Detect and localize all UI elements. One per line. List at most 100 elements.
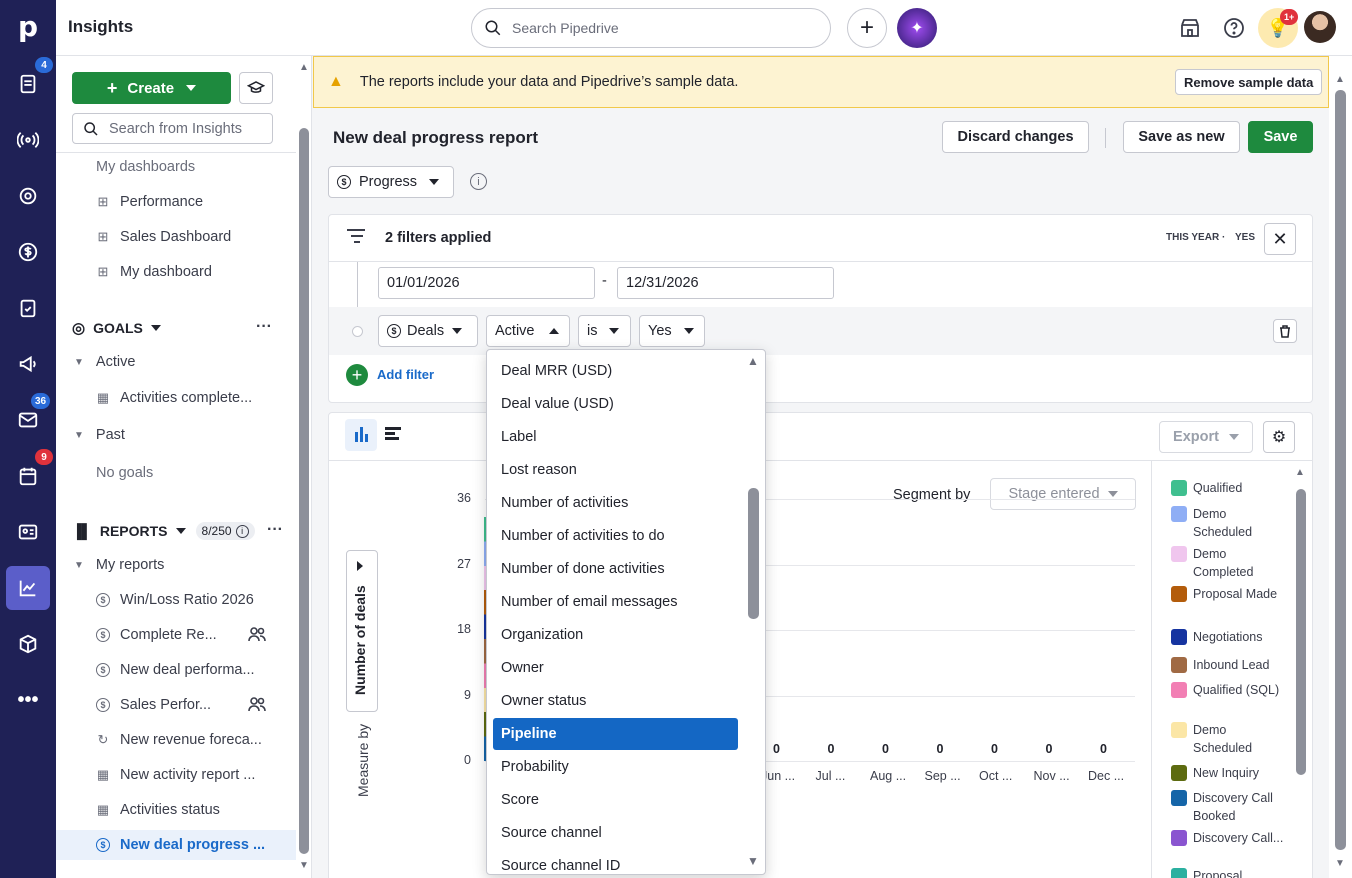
global-search-input[interactable]: Search Pipedrive xyxy=(471,8,831,48)
legend-scrollbar[interactable]: ▲ xyxy=(1292,463,1310,878)
help-icon[interactable] xyxy=(1222,16,1246,40)
user-avatar[interactable] xyxy=(1304,11,1336,43)
goals-more-icon[interactable]: ··· xyxy=(256,318,272,336)
save-as-new-button[interactable]: Save as new xyxy=(1123,121,1240,153)
dropdown-option[interactable]: Organization xyxy=(493,619,738,651)
date-to-input[interactable]: 12/31/2026 xyxy=(617,267,834,299)
filter-value-select[interactable]: Yes xyxy=(639,315,705,347)
mail-icon[interactable] xyxy=(14,406,42,434)
dropdown-option[interactable]: Lost reason xyxy=(493,454,738,486)
dashboard-item-my-dashboard[interactable]: ⊞ My dashboard xyxy=(96,257,212,287)
filter-lines-icon[interactable] xyxy=(347,229,367,243)
products-box-icon[interactable] xyxy=(14,630,42,658)
scroll-down-arrow-icon[interactable]: ▼ xyxy=(747,854,759,868)
filter-operator-select[interactable]: is xyxy=(578,315,631,347)
dropdown-option[interactable]: Number of activities xyxy=(493,487,738,519)
dashboard-item-performance[interactable]: ⊞ Performance xyxy=(96,187,203,217)
legend-item[interactable]: Proposal Made xyxy=(1171,585,1285,603)
legend-item[interactable]: Proposal... xyxy=(1171,867,1285,878)
save-button[interactable]: Save xyxy=(1248,121,1313,153)
add-filter-plus-icon[interactable]: + xyxy=(346,364,368,386)
goals-active-group[interactable]: ▼ Active xyxy=(74,347,135,377)
scrollbar-thumb[interactable] xyxy=(299,128,309,854)
scroll-down-arrow-icon[interactable]: ▼ xyxy=(299,860,309,871)
my-dashboards-partial[interactable]: My dashboards xyxy=(96,153,195,175)
scroll-up-arrow-icon[interactable]: ▲ xyxy=(747,354,759,368)
report-title[interactable]: New deal progress report xyxy=(333,128,538,148)
filter-entity-select[interactable]: $ Deals xyxy=(378,315,478,347)
goal-item[interactable]: ▦ Activities complete... xyxy=(96,383,252,413)
report-item[interactable]: $ Complete Re... xyxy=(56,620,296,650)
legend-item[interactable]: Demo Scheduled xyxy=(1171,505,1285,541)
dropdown-option[interactable]: Probability xyxy=(493,751,738,783)
scrollbar-thumb[interactable] xyxy=(1296,489,1306,775)
legend-item[interactable]: Qualified (SQL) xyxy=(1171,681,1285,699)
dropdown-option[interactable]: Deal MRR (USD) xyxy=(493,355,738,387)
dropdown-option[interactable]: Pipeline xyxy=(493,718,738,750)
report-item[interactable]: ↻ New revenue foreca... xyxy=(56,725,296,755)
academy-cap-button[interactable] xyxy=(239,72,273,104)
marketplace-store-icon[interactable] xyxy=(1178,16,1202,40)
dropdown-option[interactable]: Label xyxy=(493,421,738,453)
quick-add-button[interactable]: + xyxy=(847,8,887,48)
report-type-select[interactable]: $ Progress xyxy=(328,166,454,198)
insights-search-input[interactable]: Search from Insights xyxy=(72,113,273,144)
reports-more-icon[interactable]: ··· xyxy=(267,521,283,539)
more-dots-icon[interactable]: ••• xyxy=(14,686,42,714)
discard-changes-button[interactable]: Discard changes xyxy=(942,121,1089,153)
calendar-icon[interactable] xyxy=(14,462,42,490)
dashboard-item-sales[interactable]: ⊞ Sales Dashboard xyxy=(96,222,232,252)
leads-inbox-icon[interactable] xyxy=(14,70,42,98)
collapse-filters-button[interactable]: ✕ xyxy=(1264,223,1296,255)
legend-item[interactable]: Negotiations xyxy=(1171,628,1285,646)
dropdown-option[interactable]: Number of email messages xyxy=(493,586,738,618)
remove-sample-data-button[interactable]: Remove sample data xyxy=(1175,69,1323,95)
dropdown-option[interactable]: Owner xyxy=(493,652,738,684)
dropdown-option[interactable]: Number of activities to do xyxy=(493,520,738,552)
megaphone-icon[interactable] xyxy=(14,350,42,378)
create-button[interactable]: + Create xyxy=(72,72,231,104)
chart-settings-button[interactable]: ⚙ xyxy=(1263,421,1295,453)
goals-section-header[interactable]: ◎ GOALS xyxy=(72,319,161,337)
deals-dollar-icon[interactable] xyxy=(14,238,42,266)
report-item[interactable]: $ New deal performa... xyxy=(56,655,296,685)
info-icon[interactable]: i xyxy=(235,524,249,538)
export-button[interactable]: Export xyxy=(1159,421,1253,453)
legend-item[interactable]: Qualified xyxy=(1171,479,1285,497)
report-item[interactable]: $ New deal progress ... xyxy=(56,830,296,860)
info-icon[interactable]: i xyxy=(470,173,487,190)
target-icon[interactable] xyxy=(14,182,42,210)
insights-chart-icon[interactable] xyxy=(14,574,42,602)
delete-filter-button[interactable] xyxy=(1273,319,1297,343)
dropdown-option[interactable]: Score xyxy=(493,784,738,816)
scroll-up-arrow-icon[interactable]: ▲ xyxy=(1335,74,1345,85)
reports-section-header[interactable]: ▐▌ REPORTS 8/250 i xyxy=(72,522,255,540)
column-chart-toggle[interactable] xyxy=(345,419,377,451)
report-item[interactable]: $ Sales Perfor... xyxy=(56,690,296,720)
dropdown-option[interactable]: Owner status xyxy=(493,685,738,717)
sidebar-scrollbar[interactable]: ▲ ▼ xyxy=(296,56,311,878)
legend-item[interactable]: Discovery Call Booked xyxy=(1171,789,1285,825)
scroll-up-arrow-icon[interactable]: ▲ xyxy=(1295,467,1305,478)
legend-item[interactable]: New Inquiry xyxy=(1171,764,1285,782)
goals-past-group[interactable]: ▼ Past xyxy=(74,420,125,450)
dropdown-option[interactable]: Deal value (USD) xyxy=(493,388,738,420)
scroll-up-arrow-icon[interactable]: ▲ xyxy=(299,62,309,73)
contacts-card-icon[interactable] xyxy=(14,518,42,546)
scroll-down-arrow-icon[interactable]: ▼ xyxy=(1335,858,1345,869)
segment-by-select[interactable]: Stage entered xyxy=(990,478,1136,510)
report-item[interactable]: ▦ New activity report ... xyxy=(56,760,296,790)
bar-chart-toggle[interactable] xyxy=(385,427,403,440)
main-scrollbar[interactable]: ▲ ▼ xyxy=(1329,56,1352,878)
dropdown-option[interactable]: Source channel ID xyxy=(493,850,738,874)
dropdown-option[interactable]: Number of done activities xyxy=(493,553,738,585)
measure-by-select[interactable]: Number of deals xyxy=(346,550,378,712)
my-reports-group[interactable]: ▼ My reports xyxy=(74,550,164,580)
ai-assistant-button[interactable]: ✦ xyxy=(897,8,937,48)
scrollbar-thumb[interactable] xyxy=(748,488,759,619)
pipedrive-logo-icon[interactable]: p xyxy=(14,10,42,43)
report-item[interactable]: ▦ Activities status xyxy=(56,795,296,825)
filter-field-select[interactable]: Active xyxy=(486,315,570,347)
legend-item[interactable]: Demo Completed xyxy=(1171,545,1285,581)
add-filter-link[interactable]: Add filter xyxy=(377,367,434,382)
